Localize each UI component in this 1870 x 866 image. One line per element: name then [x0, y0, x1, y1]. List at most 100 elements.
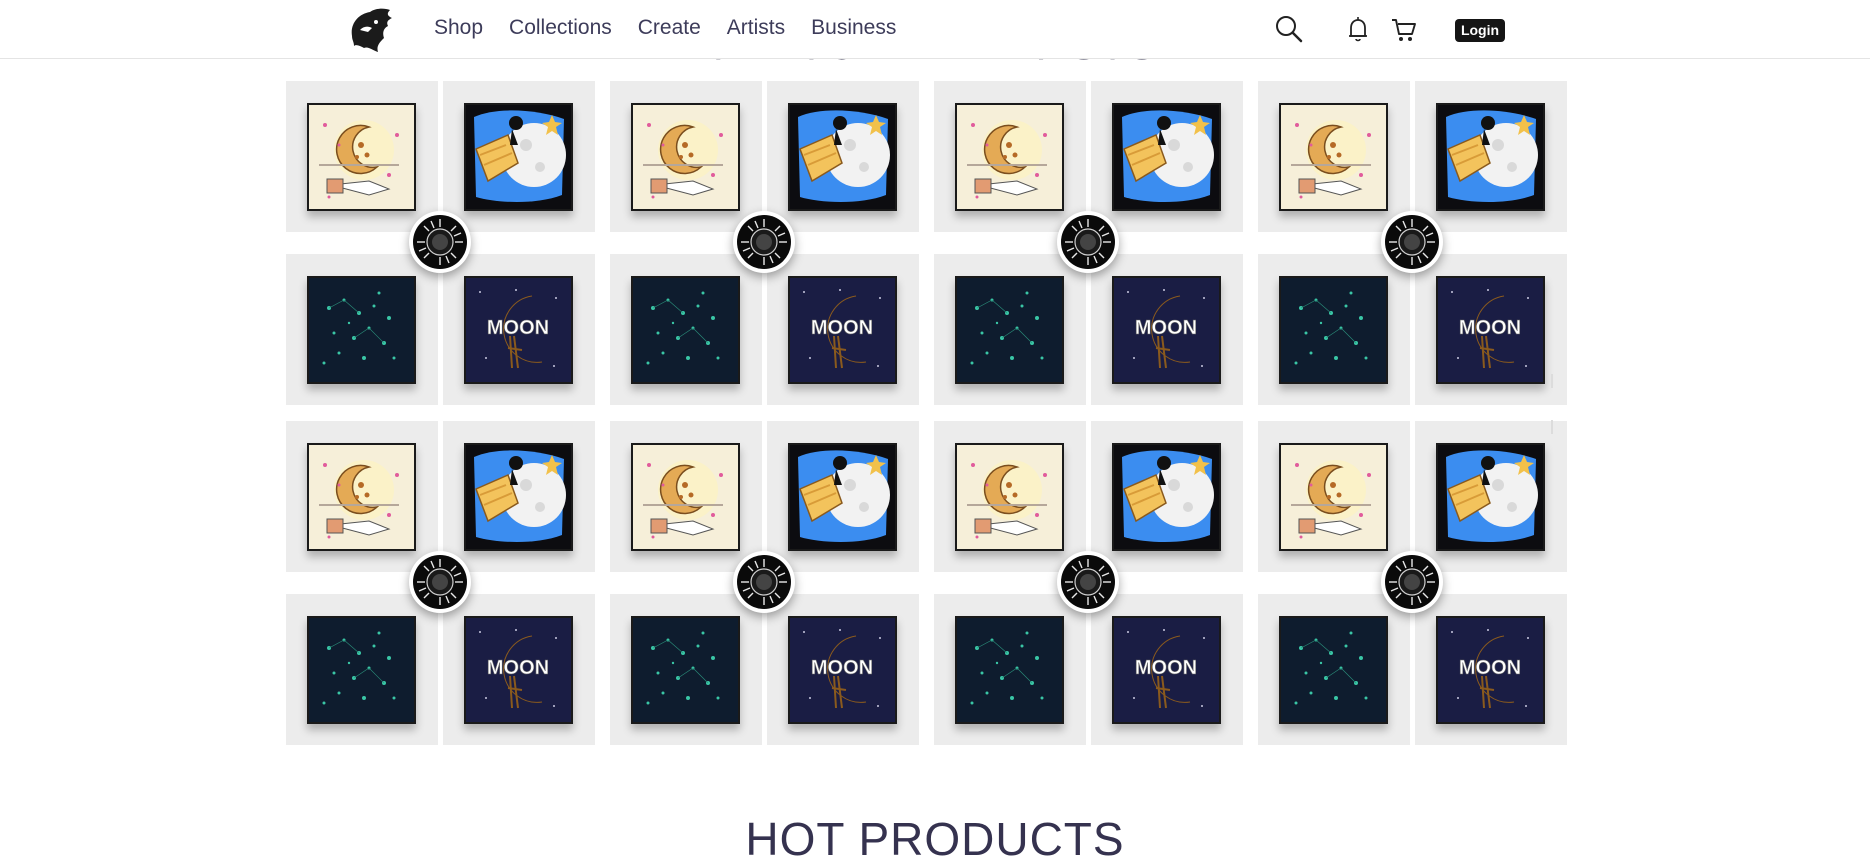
cheese-moon-artwork	[1112, 103, 1221, 211]
artwork-tile[interactable]	[1091, 421, 1243, 572]
artist-avatar[interactable]	[1057, 551, 1119, 613]
constellation-artwork	[307, 616, 416, 724]
crescent-artwork	[1279, 103, 1388, 211]
crescent-artwork	[955, 443, 1064, 551]
artwork-tile[interactable]	[767, 421, 919, 572]
artist-card[interactable]: MOON	[610, 81, 919, 405]
artwork-tile[interactable]: MOON	[767, 254, 919, 405]
bell-icon[interactable]	[1343, 14, 1373, 44]
artwork-tile[interactable]	[934, 254, 1086, 405]
scroll-indicator	[1551, 420, 1553, 434]
nav-business[interactable]: Business	[811, 14, 896, 41]
site-logo[interactable]	[346, 6, 396, 54]
artwork-tile[interactable]	[286, 594, 438, 745]
artwork-tile[interactable]	[610, 594, 762, 745]
moon-label: MOON	[487, 317, 549, 339]
artwork-tile[interactable]	[286, 421, 438, 572]
moon-artwork: MOON	[464, 276, 573, 384]
artwork-tile[interactable]	[610, 81, 762, 232]
main-nav: Shop Collections Create Artists Business	[434, 14, 922, 41]
cheese-moon-artwork	[464, 103, 573, 211]
crescent-artwork	[1279, 443, 1388, 551]
artwork-tile[interactable]: MOON	[1091, 254, 1243, 405]
constellation-artwork	[955, 276, 1064, 384]
artwork-tile[interactable]	[934, 421, 1086, 572]
artwork-tile[interactable]	[443, 421, 595, 572]
moon-artwork: MOON	[1436, 616, 1545, 724]
moon-artwork: MOON	[1436, 276, 1545, 384]
moon-label: MOON	[1135, 657, 1197, 679]
constellation-artwork	[631, 276, 740, 384]
cheese-moon-artwork	[788, 443, 897, 551]
artist-card[interactable]: MOON	[934, 81, 1243, 405]
artist-avatar[interactable]	[409, 551, 471, 613]
constellation-artwork	[307, 276, 416, 384]
nav-artists[interactable]: Artists	[727, 14, 785, 41]
cheese-moon-artwork	[1112, 443, 1221, 551]
crescent-artwork	[955, 103, 1064, 211]
nav-shop[interactable]: Shop	[434, 14, 483, 41]
login-button[interactable]: Login	[1455, 19, 1505, 42]
moon-artwork: MOON	[1112, 276, 1221, 384]
cheese-moon-artwork	[464, 443, 573, 551]
nav-create[interactable]: Create	[638, 14, 701, 41]
artist-avatar[interactable]	[1057, 211, 1119, 273]
artist-avatar[interactable]	[733, 211, 795, 273]
artist-card[interactable]: MOON	[934, 421, 1243, 745]
crescent-artwork	[307, 103, 416, 211]
artist-avatar[interactable]	[1381, 551, 1443, 613]
constellation-artwork	[1279, 616, 1388, 724]
artwork-tile[interactable]	[610, 421, 762, 572]
artwork-tile[interactable]	[934, 81, 1086, 232]
constellation-artwork	[1279, 276, 1388, 384]
artwork-tile[interactable]	[286, 81, 438, 232]
scroll-indicator	[1551, 374, 1553, 388]
cart-icon[interactable]	[1389, 14, 1419, 44]
cheese-moon-artwork	[1436, 443, 1545, 551]
artwork-tile[interactable]: MOON	[1415, 254, 1567, 405]
artwork-tile[interactable]	[1258, 81, 1410, 232]
constellation-artwork	[631, 616, 740, 724]
moon-artwork: MOON	[1112, 616, 1221, 724]
artwork-tile[interactable]	[286, 254, 438, 405]
artwork-tile[interactable]	[1415, 421, 1567, 572]
crescent-artwork	[631, 443, 740, 551]
artist-avatar[interactable]	[409, 211, 471, 273]
artist-card[interactable]: MOON	[286, 81, 595, 405]
artist-card[interactable]: MOON	[610, 421, 919, 745]
artwork-tile[interactable]: MOON	[1091, 594, 1243, 745]
crescent-artwork	[307, 443, 416, 551]
artist-avatar[interactable]	[1381, 211, 1443, 273]
artwork-tile[interactable]: MOON	[767, 594, 919, 745]
moon-label: MOON	[811, 657, 873, 679]
artwork-tile[interactable]	[1415, 81, 1567, 232]
constellation-artwork	[955, 616, 1064, 724]
crescent-artwork	[631, 103, 740, 211]
artwork-tile[interactable]	[443, 81, 595, 232]
artwork-tile[interactable]	[1258, 254, 1410, 405]
moon-artwork: MOON	[788, 276, 897, 384]
moon-label: MOON	[1135, 317, 1197, 339]
hot-products-title: HOT PRODUCTS	[745, 813, 1125, 865]
artwork-tile[interactable]	[1091, 81, 1243, 232]
artwork-tile[interactable]	[934, 594, 1086, 745]
site-header: Shop Collections Create Artists Business…	[0, 0, 1870, 59]
artist-card[interactable]: MOON	[1258, 81, 1567, 405]
moon-label: MOON	[1459, 317, 1521, 339]
artwork-tile[interactable]	[767, 81, 919, 232]
artist-card[interactable]: MOON	[1258, 421, 1567, 745]
nav-collections[interactable]: Collections	[509, 14, 612, 41]
artwork-tile[interactable]	[610, 254, 762, 405]
artwork-tile[interactable]: MOON	[1415, 594, 1567, 745]
moon-label: MOON	[487, 657, 549, 679]
moon-label: MOON	[811, 317, 873, 339]
artist-avatar[interactable]	[733, 551, 795, 613]
artwork-tile[interactable]: MOON	[443, 254, 595, 405]
cheese-moon-artwork	[1436, 103, 1545, 211]
artwork-tile[interactable]	[1258, 594, 1410, 745]
artist-card[interactable]: MOON	[286, 421, 595, 745]
search-icon[interactable]	[1274, 14, 1304, 44]
artwork-tile[interactable]: MOON	[443, 594, 595, 745]
artwork-tile[interactable]	[1258, 421, 1410, 572]
moon-artwork: MOON	[464, 616, 573, 724]
